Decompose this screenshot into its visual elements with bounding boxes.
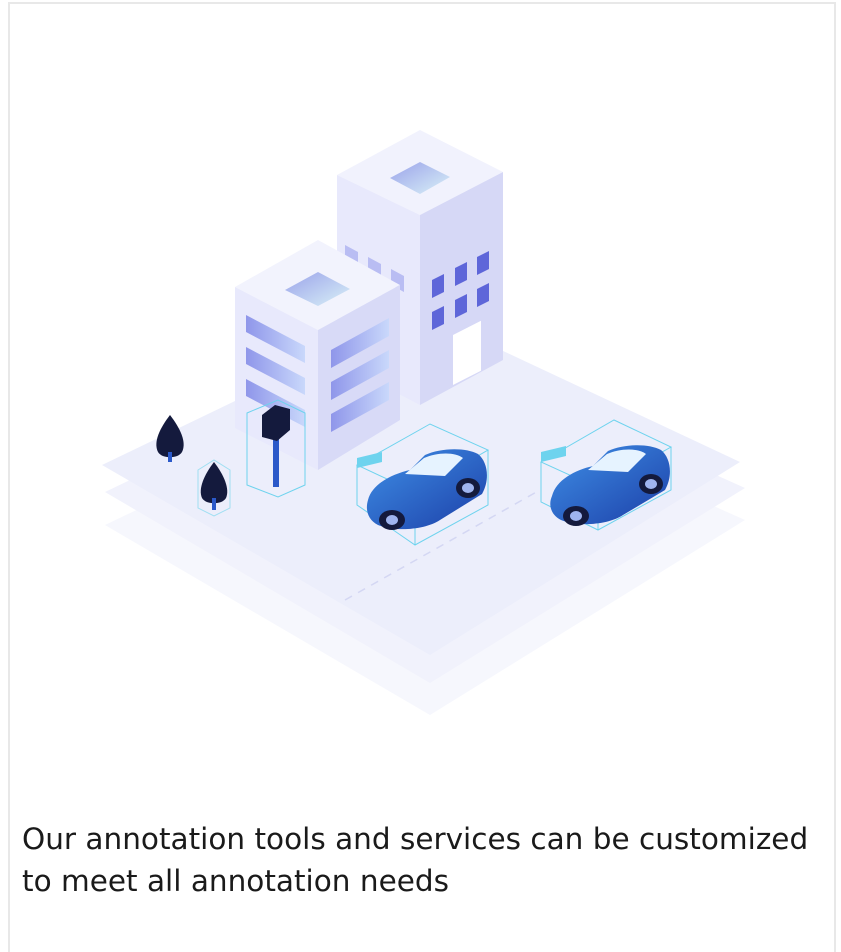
city-annotation-illustration: [102, 130, 745, 715]
card-caption: Our annotation tools and services can be…: [22, 822, 809, 898]
